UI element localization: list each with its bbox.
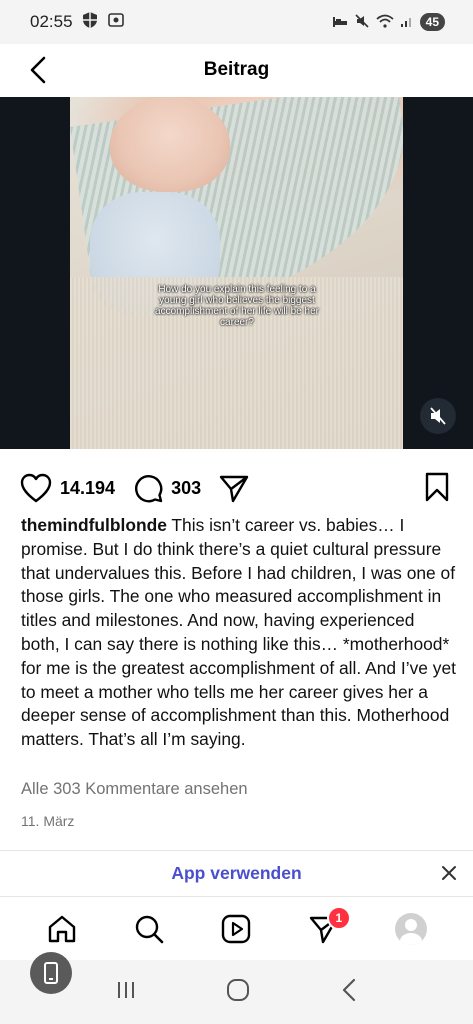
status-time: 02:55 [30, 12, 73, 31]
screenshot-icon [107, 11, 125, 34]
phone-icon [44, 962, 58, 984]
app-banner: App verwenden [0, 850, 473, 897]
recent-apps-button[interactable] [114, 978, 138, 1007]
chevron-left-icon [30, 56, 46, 84]
speaker-muted-icon [430, 407, 446, 425]
view-all-comments-link[interactable]: Alle 303 Kommentare ansehen [21, 780, 248, 799]
home-system-button[interactable] [225, 977, 251, 1008]
wifi-icon [376, 14, 394, 31]
frame-baby [110, 97, 230, 192]
nav-reels[interactable] [216, 909, 256, 949]
bottom-nav: 1 [0, 898, 473, 960]
comment-icon [135, 475, 163, 503]
mute-status-icon [354, 13, 370, 32]
circle-home-icon [227, 978, 250, 1001]
nav-search[interactable] [129, 909, 169, 949]
back-button[interactable] [22, 54, 54, 86]
nav-messages[interactable]: 1 [304, 906, 351, 949]
video-overlay-text: How do you explain this feeling to a you… [155, 284, 319, 328]
like-button[interactable]: 14.194 [20, 473, 115, 503]
mute-button[interactable] [420, 398, 456, 434]
search-icon [135, 915, 164, 944]
bed-icon [332, 14, 348, 31]
like-count: 14.194 [60, 477, 116, 498]
status-bar: 02:55 45 [0, 0, 473, 44]
comment-button[interactable]: 303 [133, 473, 201, 503]
floating-phone-button[interactable] [30, 952, 72, 994]
reels-icon [222, 914, 251, 944]
post-username[interactable]: themindfulblonde [21, 515, 167, 535]
back-system-button[interactable] [339, 977, 359, 1008]
use-app-button[interactable]: App verwenden [171, 863, 301, 884]
avatar [395, 913, 428, 945]
save-button[interactable] [425, 472, 449, 507]
battery-indicator: 45 [419, 13, 445, 31]
nav-home[interactable] [42, 909, 82, 949]
page-title: Beitrag [203, 59, 270, 80]
close-icon [442, 866, 456, 880]
nav-profile[interactable] [391, 909, 431, 949]
status-left: 02:55 [30, 11, 125, 34]
shield-icon [81, 11, 99, 34]
recent-apps-icon [117, 981, 134, 998]
home-icon [48, 915, 75, 943]
caption-text: This isn’t career vs. babies… I promise.… [21, 515, 456, 750]
post-date: 11. März [21, 813, 75, 829]
share-button[interactable] [219, 473, 249, 503]
status-right: 45 [332, 13, 445, 32]
comment-count: 303 [171, 477, 202, 498]
video-frame [70, 97, 403, 449]
notification-badge: 1 [326, 906, 351, 930]
send-icon [219, 475, 249, 503]
close-banner-button[interactable] [439, 863, 459, 888]
signal-icon [400, 14, 414, 31]
app-header: Beitrag [0, 44, 473, 96]
post-video[interactable]: How do you explain this feeling to a you… [0, 97, 473, 449]
bookmark-icon [425, 472, 449, 502]
post-caption: themindfulblonde This isn’t career vs. b… [21, 514, 456, 752]
heart-icon [20, 473, 52, 503]
action-row: 14.194 303 [20, 468, 453, 508]
chevron-left-icon [343, 978, 356, 1001]
